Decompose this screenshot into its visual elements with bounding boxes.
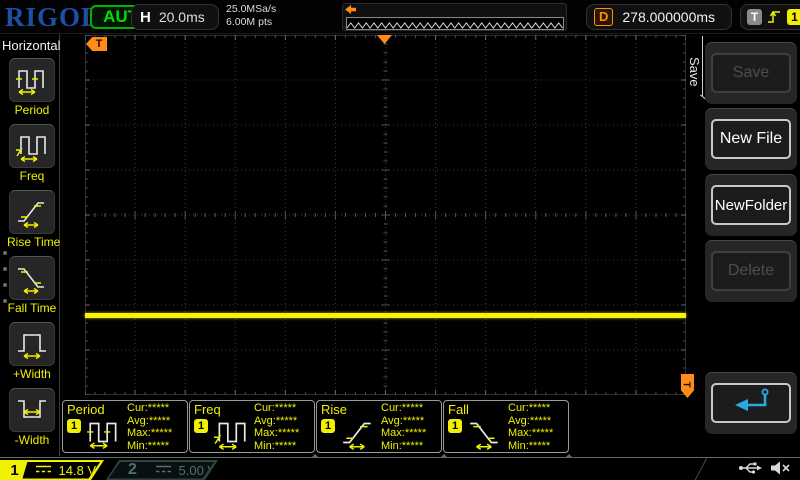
menu-item-nwidth[interactable]: -Width — [7, 388, 57, 447]
measurement-values: Cur:***** Avg:***** Max:***** Min:***** — [254, 402, 300, 452]
delay-box[interactable]: D 278.000000ms — [586, 4, 732, 30]
menu-item-rise-time[interactable]: Rise Time — [7, 190, 61, 249]
menu-scroll-dots — [3, 239, 7, 315]
menu-item-label: -Width — [14, 433, 50, 447]
preview-position-icon — [345, 5, 356, 14]
measurement-values: Cur:***** Avg:***** Max:***** Min:***** — [127, 402, 173, 452]
fall-time-icon — [466, 415, 504, 456]
channel-badge: 1 — [321, 419, 335, 433]
menu-item-period[interactable]: Period — [7, 58, 57, 117]
usb-icon — [738, 460, 762, 480]
waveform-display[interactable] — [84, 34, 687, 396]
measurement-panel-period[interactable]: Period 1 Cur:***** Avg:***** Max:***** M… — [62, 400, 188, 453]
right-menu-tab: Save — [687, 57, 702, 87]
rise-time-icon — [339, 415, 377, 456]
top-status-bar: RIGOL AUTO H 20.0ms 25.0MSa/s 6.00M pts … — [0, 0, 800, 34]
menu-item-label: Fall Time — [7, 301, 57, 315]
measurement-panel-fall[interactable]: Fall 1 Cur:***** Avg:***** Max:***** Min… — [443, 400, 569, 453]
menu-item-fall-time[interactable]: Fall Time — [7, 256, 57, 315]
horizontal-menu: Horizontal Period Freq Rise Time Fall Ti… — [0, 34, 61, 456]
trigger-label: T — [747, 9, 762, 25]
return-button[interactable] — [711, 383, 791, 423]
tab-border — [702, 36, 703, 96]
menu-item-label: Rise Time — [7, 235, 61, 249]
dc-coupling-icon — [36, 461, 51, 479]
memory-depth: 6.00M pts — [226, 16, 273, 28]
period-icon — [85, 415, 123, 456]
horizontal-scale-box[interactable]: H 20.0ms — [131, 4, 219, 30]
acquisition-info: 25.0MSa/s 6.00M pts — [226, 3, 276, 29]
notch — [565, 454, 573, 458]
rise-time-icon — [9, 190, 55, 234]
measurement-values: Cur:***** Avg:***** Max:***** Min:***** — [381, 402, 427, 452]
channel-badge: 1 — [194, 419, 208, 433]
graticule — [84, 34, 687, 396]
waveform-preview[interactable] — [342, 3, 567, 31]
h-scale-value: 20.0ms — [158, 9, 205, 25]
trigger-slope-icon — [767, 9, 782, 25]
channel-badge: 1 — [448, 419, 462, 433]
menu-item-label: +Width — [13, 367, 51, 381]
new-file-button[interactable]: New File — [711, 119, 791, 159]
freq-icon — [212, 415, 250, 456]
minus-width-icon — [9, 388, 55, 432]
channel1-trace[interactable] — [85, 313, 686, 318]
trigger-source-badge: 1 — [787, 9, 800, 25]
preview-sine-icon — [346, 22, 563, 29]
delay-label: D — [594, 8, 614, 26]
menu-item-label: Freq — [19, 169, 45, 183]
delay-value: 278.000000ms — [622, 9, 716, 25]
measurement-values: Cur:***** Avg:***** Max:***** Min:***** — [508, 402, 554, 452]
trigger-box[interactable]: T 1 0.00V — [740, 4, 800, 30]
oscilloscope-screen: RIGOL AUTO H 20.0ms 25.0MSa/s 6.00M pts … — [0, 0, 800, 480]
h-label: H — [140, 8, 151, 26]
sample-rate: 25.0MSa/s — [226, 3, 277, 15]
preview-wave-window — [346, 17, 564, 30]
freq-icon — [9, 124, 55, 168]
channel2-badge[interactable]: 2 5.00 V — [106, 460, 218, 480]
channel2-number: 2 — [128, 461, 137, 478]
notch — [440, 454, 448, 458]
menu-item-freq[interactable]: Freq — [7, 124, 57, 183]
channel1-scale: 14.8 V — [58, 462, 97, 478]
new-folder-button[interactable]: NewFolder — [711, 185, 791, 225]
return-arrow-icon — [728, 386, 774, 421]
measurement-panel-rise[interactable]: Rise 1 Cur:***** Avg:***** Max:***** Min… — [316, 400, 442, 453]
dc-coupling-icon — [156, 461, 171, 479]
rigol-logo: RIGOL — [5, 2, 101, 32]
measurement-panel-freq[interactable]: Freq 1 Cur:***** Avg:***** Max:***** Min… — [189, 400, 315, 453]
plus-width-icon — [9, 322, 55, 366]
channel-badge: 1 — [67, 419, 81, 433]
divider — [693, 458, 708, 480]
channel1-number: 1 — [2, 462, 28, 479]
menu-item-pwidth[interactable]: +Width — [7, 322, 57, 381]
speaker-muted-icon — [770, 460, 792, 480]
channel1-badge[interactable]: 1 14.8 V — [0, 460, 104, 480]
fall-time-icon — [9, 256, 55, 300]
left-menu-title: Horizontal — [2, 38, 61, 53]
period-icon — [9, 58, 55, 102]
save-button[interactable]: Save — [711, 53, 791, 93]
channel-status-bar: 1 14.8 V 2 5.00 V — [0, 454, 800, 480]
delete-button[interactable]: Delete — [711, 251, 791, 291]
notch — [311, 454, 319, 458]
menu-item-label: Period — [14, 103, 50, 117]
